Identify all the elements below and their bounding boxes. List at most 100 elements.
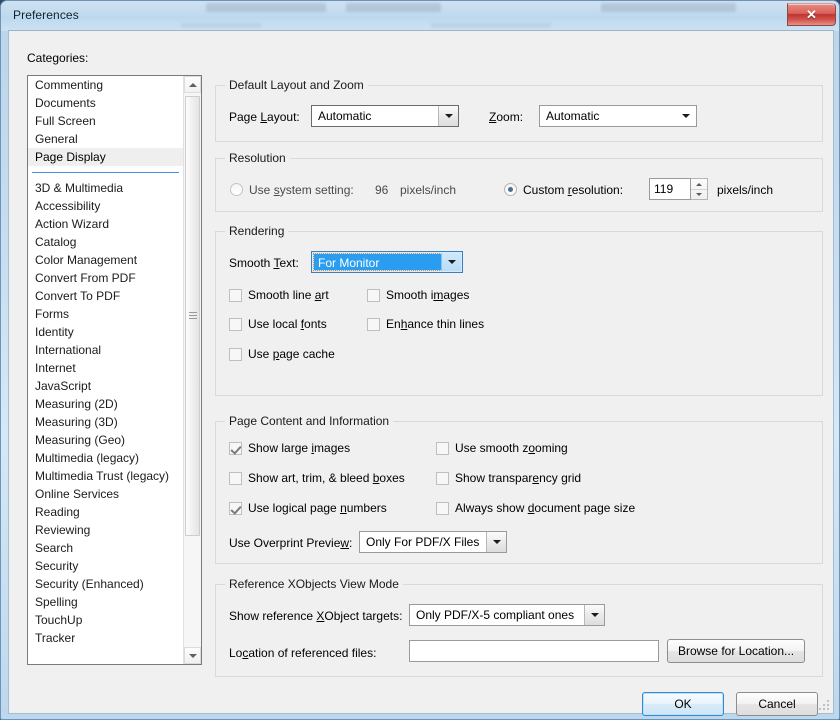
background-bleed (206, 3, 326, 12)
checkbox-label: Use logical page numbers (248, 501, 387, 515)
radio-custom-resolution[interactable] (504, 183, 517, 196)
chevron-down-icon (188, 653, 197, 658)
category-item-search[interactable]: Search (28, 539, 183, 557)
categories-list-inner: Commenting Documents Full Screen General Pag… (28, 76, 183, 664)
radio-use-system-setting[interactable] (230, 183, 243, 196)
cancel-label: Cancel (758, 697, 796, 711)
rendering-legend: Rendering (225, 224, 289, 238)
checkbox-box (229, 442, 242, 455)
checkbox-box (436, 442, 449, 455)
scrollbar-grip-icon (189, 312, 197, 320)
overprint-dropdown-button[interactable] (486, 532, 506, 552)
checkbox-label: Show transparency grid (455, 471, 582, 485)
show-xobject-targets-combo[interactable]: Only PDF/X-5 compliant ones (409, 604, 605, 626)
category-item-security-enhanced[interactable]: Security (Enhanced) (28, 575, 183, 593)
chevron-up-icon (188, 82, 197, 87)
category-item-online-services[interactable]: Online Services (28, 485, 183, 503)
checkbox-box (436, 502, 449, 515)
category-item-forms[interactable]: Forms (28, 305, 183, 323)
smooth-text-dropdown-button[interactable] (441, 253, 461, 271)
page-layout-dropdown-button[interactable] (438, 106, 458, 126)
category-item-color-management[interactable]: Color Management (28, 251, 183, 269)
custom-resolution-label: Custom resolution: (523, 183, 624, 197)
category-item-measuring-geo[interactable]: Measuring (Geo) (28, 431, 183, 449)
category-item-general[interactable]: General (28, 130, 183, 148)
categories-label: Categories: (27, 51, 89, 65)
cancel-button[interactable]: Cancel (736, 692, 818, 716)
checkbox-box (229, 318, 242, 331)
category-item-catalog[interactable]: Catalog (28, 233, 183, 251)
categories-scrollbar[interactable] (183, 76, 201, 664)
checkbox-label: Smooth images (386, 288, 470, 302)
background-bleed (346, 3, 441, 12)
chevron-down-icon (444, 114, 453, 118)
category-item-convert-from-pdf[interactable]: Convert From PDF (28, 269, 183, 287)
category-item-tracker[interactable]: Tracker (28, 629, 183, 647)
category-item-measuring-3d[interactable]: Measuring (3D) (28, 413, 183, 431)
ok-button[interactable]: OK (642, 692, 724, 716)
reference-xobjects-group: Reference XObjects View Mode (215, 577, 823, 677)
category-item-page-display[interactable]: Page Display (28, 148, 183, 166)
system-resolution-value: 96 (375, 183, 389, 197)
category-item-spelling[interactable]: Spelling (28, 593, 183, 611)
xobject-dropdown-button[interactable] (584, 605, 604, 625)
spinner-down-button[interactable] (691, 189, 707, 199)
close-button[interactable]: ✕ (787, 3, 836, 26)
chevron-down-icon (696, 192, 702, 196)
resize-grip-icon[interactable] (817, 698, 829, 710)
smooth-text-label: Smooth Text: (229, 256, 299, 270)
show-xobject-targets-label: Show reference XObject targets: (229, 609, 403, 623)
smooth-text-combo[interactable]: For Monitor (311, 251, 463, 273)
zoom-dropdown-button[interactable] (676, 106, 696, 126)
custom-resolution-spinner[interactable] (691, 178, 708, 200)
background-bleed (181, 23, 261, 28)
location-referenced-files-label: Location of referenced files: (229, 646, 377, 660)
use-system-setting-label: Use system setting: (249, 183, 354, 197)
checkbox-box (229, 472, 242, 485)
category-item-javascript[interactable]: JavaScript (28, 377, 183, 395)
category-item-convert-to-pdf[interactable]: Convert To PDF (28, 287, 183, 305)
category-item-reviewing[interactable]: Reviewing (28, 521, 183, 539)
browse-for-location-label: Browse for Location... (677, 644, 795, 658)
overprint-preview-label: Use Overprint Preview: (229, 536, 353, 550)
category-item-action-wizard[interactable]: Action Wizard (28, 215, 183, 233)
category-item-security[interactable]: Security (28, 557, 183, 575)
category-item-touchup[interactable]: TouchUp (28, 611, 183, 629)
rendering-group: Rendering (215, 224, 823, 396)
zoom-value: Automatic (546, 109, 600, 123)
category-item-documents[interactable]: Documents (28, 94, 183, 112)
category-item-3d-multimedia[interactable]: 3D & Multimedia (28, 179, 183, 197)
chevron-down-icon (447, 260, 456, 264)
page-layout-combo[interactable]: Automatic (311, 105, 459, 127)
category-item-internet[interactable]: Internet (28, 359, 183, 377)
checkbox-label: Use page cache (248, 347, 335, 361)
checkbox-label: Enhance thin lines (386, 317, 485, 331)
chevron-down-icon (590, 613, 599, 617)
checkbox-label: Use smooth zooming (455, 441, 568, 455)
category-item-identity[interactable]: Identity (28, 323, 183, 341)
location-referenced-files-input[interactable] (409, 640, 659, 662)
preferences-window: Preferences ✕ Categories: Commenting Docu… (0, 0, 840, 720)
show-xobject-targets-value: Only PDF/X-5 compliant ones (416, 608, 575, 622)
category-item-reading[interactable]: Reading (28, 503, 183, 521)
custom-resolution-input[interactable]: 119 (649, 178, 691, 200)
scroll-up-button[interactable] (184, 76, 201, 93)
category-item-accessibility[interactable]: Accessibility (28, 197, 183, 215)
categories-list[interactable]: Commenting Documents Full Screen General Pag… (27, 75, 202, 665)
chevron-up-icon (696, 182, 702, 186)
category-item-multimedia-legacy[interactable]: Multimedia (legacy) (28, 449, 183, 467)
checkbox-label: Always show document page size (455, 501, 636, 515)
browse-for-location-button[interactable]: Browse for Location... (667, 639, 805, 663)
category-item-measuring-2d[interactable]: Measuring (2D) (28, 395, 183, 413)
category-item-international[interactable]: International (28, 341, 183, 359)
scroll-down-button[interactable] (184, 647, 201, 664)
category-item-commenting[interactable]: Commenting (28, 76, 183, 94)
category-item-multimedia-trust-legacy[interactable]: Multimedia Trust (legacy) (28, 467, 183, 485)
checkbox-label: Show art, trim, & bleed boxes (248, 471, 405, 485)
scrollbar-thumb[interactable] (185, 96, 200, 536)
default-layout-legend: Default Layout and Zoom (225, 78, 368, 92)
close-icon: ✕ (806, 7, 817, 22)
zoom-combo[interactable]: Automatic (539, 105, 697, 127)
category-item-full-screen[interactable]: Full Screen (28, 112, 183, 130)
overprint-preview-combo[interactable]: Only For PDF/X Files (359, 531, 507, 553)
